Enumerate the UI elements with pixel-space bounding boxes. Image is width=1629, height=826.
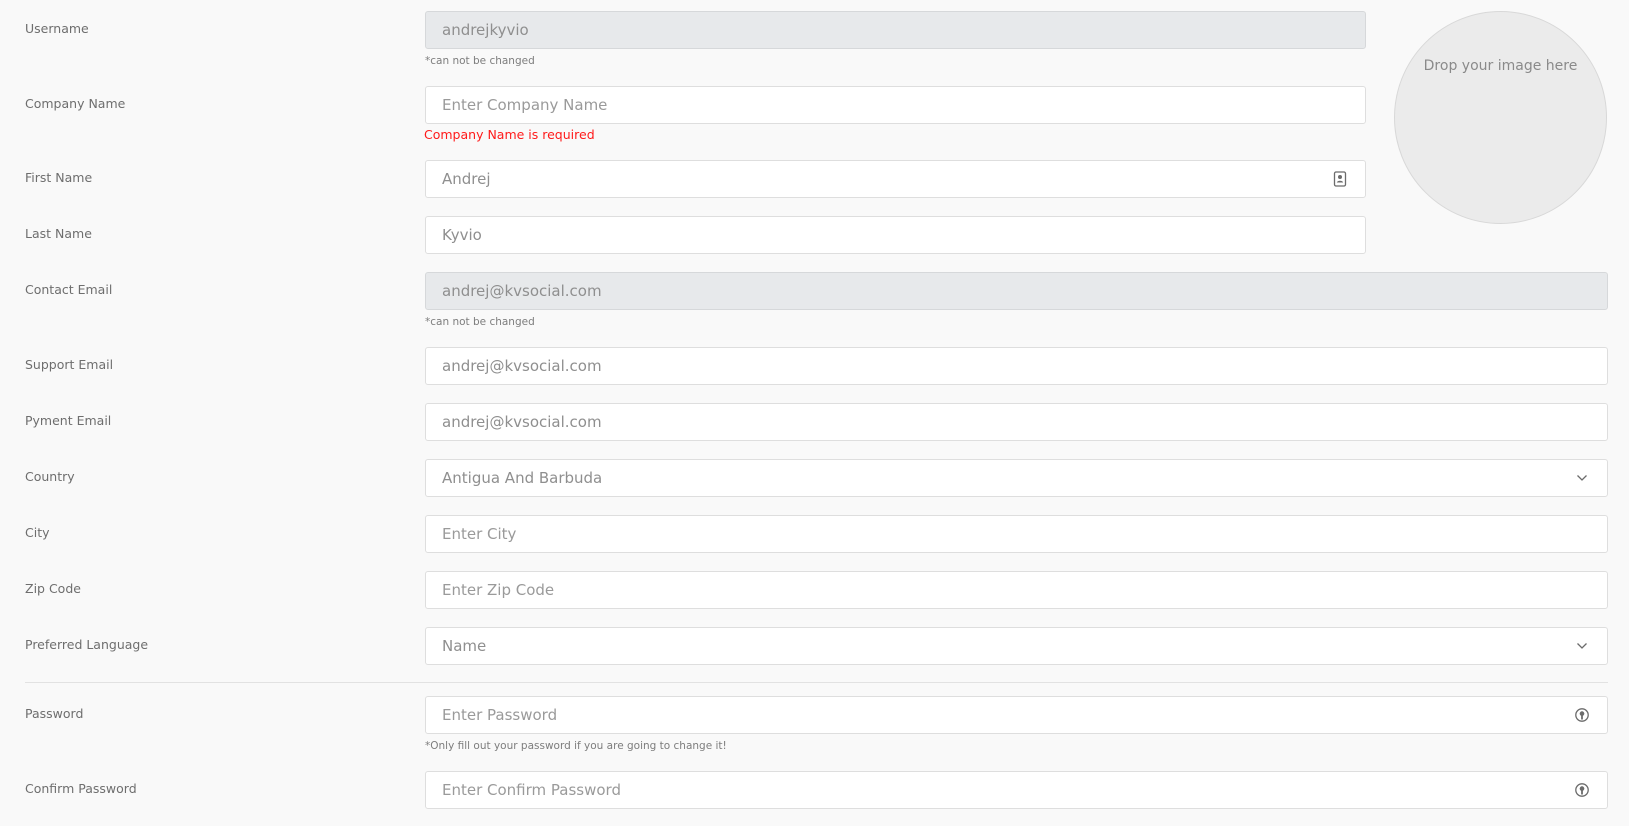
contact-email-input <box>442 282 1591 300</box>
password-visibility-icon[interactable] <box>1573 781 1591 799</box>
city-label: City <box>25 525 50 540</box>
password-label: Password <box>25 706 84 721</box>
company-name-label: Company Name <box>25 96 126 111</box>
last-name-input[interactable] <box>442 226 1349 244</box>
city-input[interactable] <box>442 525 1591 543</box>
contact-email-field <box>425 272 1608 310</box>
username-input <box>442 21 1349 39</box>
country-label: Country <box>25 469 75 484</box>
section-divider <box>25 682 1608 683</box>
username-label: Username <box>25 21 89 36</box>
last-name-field[interactable] <box>425 216 1366 254</box>
company-name-error: Company Name is required <box>424 127 595 142</box>
first-name-label: First Name <box>25 170 93 185</box>
contact-email-label: Contact Email <box>25 282 113 297</box>
company-name-input[interactable] <box>442 96 1349 114</box>
username-note: *can not be changed <box>425 55 535 67</box>
password-input[interactable] <box>442 706 1566 724</box>
payment-email-input[interactable] <box>442 413 1591 431</box>
preferred-language-select[interactable]: Name <box>425 627 1608 665</box>
chevron-down-icon[interactable] <box>1573 469 1591 487</box>
confirm-password-label: Confirm Password <box>25 781 137 796</box>
payment-email-label: Pyment Email <box>25 413 112 428</box>
support-email-input[interactable] <box>442 357 1591 375</box>
password-visibility-icon[interactable] <box>1573 706 1591 724</box>
zip-code-input[interactable] <box>442 581 1591 599</box>
support-email-field[interactable] <box>425 347 1608 385</box>
first-name-field[interactable] <box>425 160 1366 198</box>
password-field[interactable] <box>425 696 1608 734</box>
chevron-down-icon[interactable] <box>1573 637 1591 655</box>
confirm-password-field[interactable] <box>425 771 1608 809</box>
country-selected-value: Antigua And Barbuda <box>442 469 603 487</box>
avatar-dropzone[interactable]: Drop your image here <box>1394 11 1607 224</box>
zip-code-label: Zip Code <box>25 581 81 596</box>
contact-email-note: *can not be changed <box>425 316 535 328</box>
zip-code-field[interactable] <box>425 571 1608 609</box>
password-note: *Only fill out your password if you are … <box>425 740 727 752</box>
first-name-input[interactable] <box>442 170 1324 188</box>
preferred-language-selected-value: Name <box>442 637 487 655</box>
last-name-label: Last Name <box>25 226 92 241</box>
avatar-dropzone-text: Drop your image here <box>1423 58 1578 74</box>
preferred-language-label: Preferred Language <box>25 637 149 652</box>
support-email-label: Support Email <box>25 357 114 372</box>
company-name-field[interactable] <box>425 86 1366 124</box>
payment-email-field[interactable] <box>425 403 1608 441</box>
username-field <box>425 11 1366 49</box>
country-select[interactable]: Antigua And Barbuda <box>425 459 1608 497</box>
contact-card-icon[interactable] <box>1332 170 1350 188</box>
city-field[interactable] <box>425 515 1608 553</box>
confirm-password-input[interactable] <box>442 781 1566 799</box>
